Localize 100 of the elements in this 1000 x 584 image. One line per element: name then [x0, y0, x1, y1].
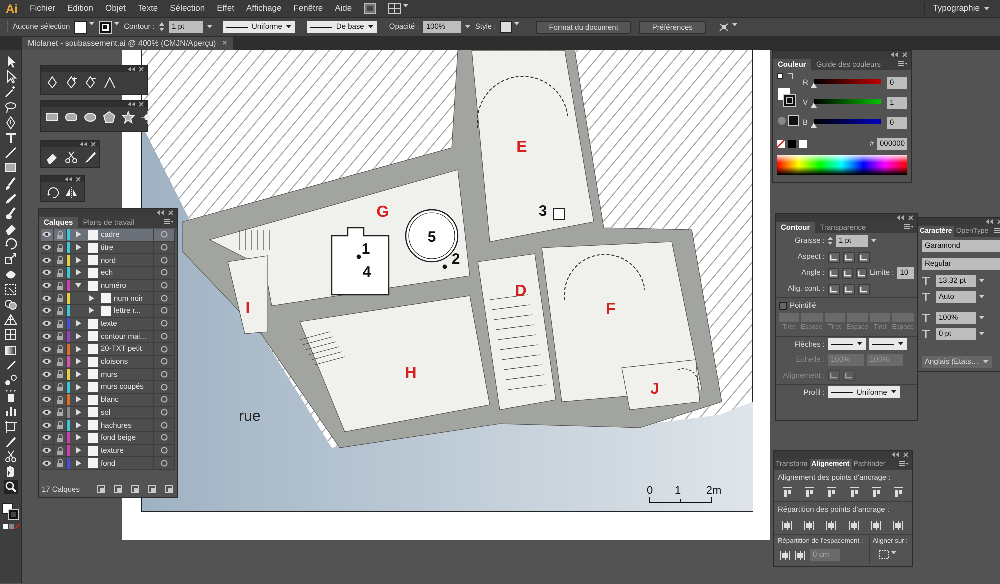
close-icon[interactable] [168, 210, 174, 216]
caret-icon[interactable] [890, 550, 897, 556]
disclosure-triangle-icon[interactable] [75, 422, 82, 429]
pencil-icon[interactable] [4, 192, 18, 206]
rounded-rectangle-icon[interactable] [65, 111, 78, 124]
gradient-icon[interactable] [4, 344, 18, 358]
shape-builder-icon[interactable] [4, 298, 18, 312]
eraser-icon[interactable] [4, 222, 18, 236]
collapse-icon[interactable] [80, 142, 88, 146]
caret-icon[interactable] [984, 6, 990, 12]
lock-icon[interactable] [56, 332, 64, 340]
eye-icon[interactable] [42, 408, 52, 416]
align-icon[interactable] [782, 487, 793, 498]
slider-thumb-icon[interactable] [811, 82, 818, 88]
scissors-icon[interactable] [4, 450, 18, 464]
perspective-grid-icon[interactable] [4, 313, 18, 328]
menu-item[interactable]: Edition [68, 2, 94, 15]
disclosure-triangle-icon[interactable] [75, 408, 82, 416]
eye-icon[interactable] [42, 294, 52, 302]
menu-item[interactable]: Affichage [246, 2, 282, 15]
line-icon[interactable] [4, 146, 18, 160]
free-transform-icon[interactable] [4, 282, 18, 297]
align-stroke-button[interactable] [828, 284, 840, 294]
disclosure-triangle-icon[interactable] [88, 307, 95, 314]
close-icon[interactable] [139, 102, 144, 106]
arrowhead-dropdown[interactable] [828, 338, 866, 350]
lasso-icon[interactable] [4, 100, 18, 115]
eye-icon[interactable] [42, 447, 52, 454]
eye-icon[interactable] [42, 332, 52, 340]
arrange-documents-icon[interactable] [388, 3, 402, 14]
eye-icon[interactable] [42, 384, 52, 391]
distribute-icon[interactable] [892, 520, 904, 530]
distribute-icon[interactable] [804, 520, 816, 530]
disclosure-triangle-icon[interactable] [75, 358, 82, 366]
disclosure-triangle-icon[interactable] [75, 384, 82, 391]
dashed-checkbox[interactable] [779, 302, 787, 310]
slice-icon[interactable] [4, 434, 18, 449]
rectangle-icon[interactable] [4, 161, 18, 176]
swatch-icon[interactable] [799, 140, 807, 148]
lock-icon[interactable] [56, 396, 64, 404]
disclosure-triangle-icon[interactable] [75, 447, 82, 454]
ellipse-icon[interactable] [84, 111, 97, 124]
pen-icon[interactable] [4, 116, 18, 130]
color-slider[interactable] [814, 118, 881, 128]
menu-item[interactable]: Aide [335, 2, 352, 15]
lock-icon[interactable] [56, 459, 64, 468]
polygon-icon[interactable] [103, 111, 116, 124]
disclosure-triangle-icon[interactable] [88, 294, 95, 302]
menu-item[interactable]: Sélection [170, 2, 206, 15]
lock-icon[interactable] [56, 421, 64, 430]
eye-icon[interactable] [42, 422, 52, 429]
style-swatch-icon[interactable] [500, 21, 512, 33]
cap-button[interactable] [843, 252, 855, 262]
eye-icon[interactable] [42, 434, 52, 442]
none-swatch-icon[interactable] [777, 140, 785, 148]
slider-thumb-icon[interactable] [811, 102, 818, 108]
caret-icon[interactable] [114, 20, 120, 26]
fill-swatch-icon[interactable] [74, 20, 88, 34]
blend-icon[interactable] [4, 374, 18, 388]
lock-icon[interactable] [56, 294, 64, 302]
type-metric-icon[interactable] [921, 329, 933, 339]
eye-icon[interactable] [42, 320, 52, 328]
star-icon[interactable] [122, 111, 135, 124]
spray-icon[interactable] [4, 389, 18, 404]
lock-icon[interactable] [56, 358, 64, 366]
collapse-icon[interactable] [128, 66, 136, 72]
locate-icon[interactable] [97, 484, 106, 494]
workspace-switcher[interactable]: Typographie [924, 2, 994, 15]
lock-icon[interactable] [56, 345, 64, 354]
eye-icon[interactable] [42, 269, 52, 276]
lock-icon[interactable] [56, 446, 64, 455]
corner-button[interactable] [856, 268, 867, 278]
caret-icon[interactable] [403, 3, 410, 9]
distribute-icon[interactable] [782, 520, 793, 530]
blob-brush-icon[interactable] [4, 206, 18, 221]
eye-icon[interactable] [42, 244, 52, 252]
align-icon[interactable] [826, 487, 838, 498]
type-metric-icon[interactable] [921, 276, 933, 286]
mesh-icon[interactable] [4, 328, 18, 342]
close-button[interactable]: × [222, 36, 228, 50]
lock-icon[interactable] [56, 244, 64, 252]
eye-icon[interactable] [42, 396, 52, 404]
lock-icon[interactable] [56, 256, 64, 264]
color-slider[interactable] [814, 98, 881, 108]
disclosure-triangle-icon[interactable] [75, 396, 82, 404]
disclosure-triangle-icon[interactable] [75, 231, 82, 238]
lock-icon[interactable] [56, 282, 64, 290]
eraser-icon[interactable] [46, 151, 59, 164]
disclosure-triangle-icon[interactable] [75, 320, 82, 328]
magic-wand-icon[interactable] [4, 85, 18, 100]
swap-colors-icon[interactable] [777, 73, 795, 81]
close-icon[interactable] [908, 214, 914, 220]
distribute-icon[interactable] [848, 520, 860, 530]
clipping-mask-icon[interactable] [114, 484, 123, 494]
disclosure-triangle-icon[interactable] [75, 370, 82, 378]
fill-stroke-icon[interactable] [2, 503, 20, 522]
graph-icon[interactable] [4, 404, 18, 418]
lock-icon[interactable] [56, 268, 64, 277]
delete-anchor-icon[interactable] [84, 76, 97, 89]
lock-icon[interactable] [56, 306, 64, 315]
